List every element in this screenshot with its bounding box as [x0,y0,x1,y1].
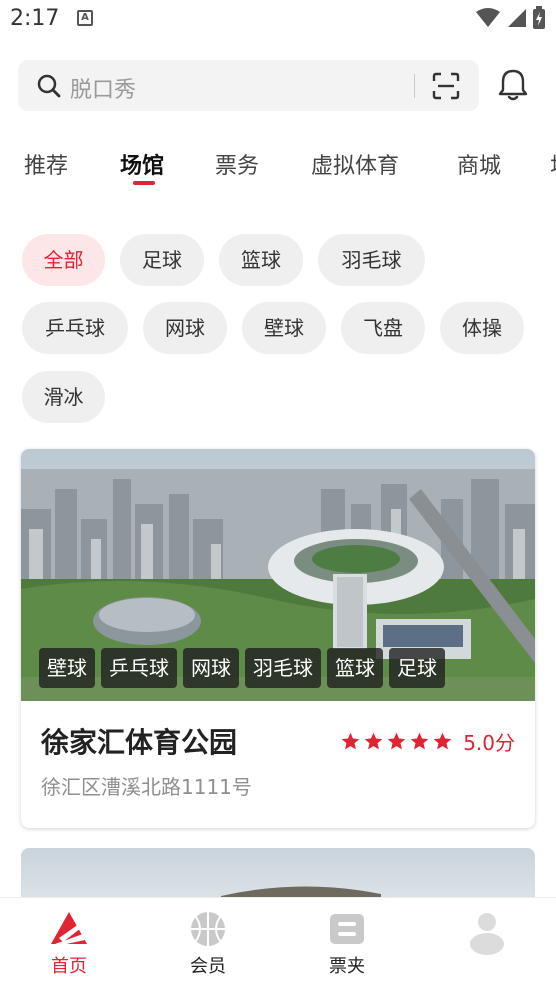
profile-avatar-icon [470,913,504,955]
search-input[interactable]: 脱口秀 [70,72,136,104]
bottom-nav: 首页 会员 票夹 [0,897,556,990]
filter-chip-squash[interactable]: 壁球 [242,302,326,354]
filter-chip-frisbee[interactable]: 飞盘 [341,302,425,354]
venue-card[interactable]: 壁球 乒乓球 网球 羽毛球 篮球 足球 徐家汇体育公园 5.0分 徐汇区漕溪北路… [21,449,535,828]
category-tabs: 推荐 场馆 票务 虚拟体育 商城 场 [0,140,556,190]
bell-icon[interactable] [497,68,529,102]
filter-chip-badminton[interactable]: 羽毛球 [318,234,425,286]
status-bar: 2:17 A [0,0,556,40]
nav-ticket-wallet-label: 票夹 [329,956,365,977]
nav-home-label: 首页 [51,956,87,977]
battery-icon [533,6,545,29]
wifi-icon [476,8,500,27]
tab-recommend[interactable]: 推荐 [24,148,68,180]
tab-more[interactable]: 场 [550,148,556,180]
venue-rating: 5.0分 [340,727,515,756]
nav-membership-label: 会员 [190,956,226,977]
filter-chip-all[interactable]: 全部 [22,234,105,286]
nav-profile[interactable] [442,910,532,960]
star-icon [410,732,429,750]
filter-chip-tennis[interactable]: 网球 [143,302,227,354]
star-icon [364,732,383,750]
filter-chip-gymnastics[interactable]: 体操 [440,302,524,354]
star-icon [433,732,452,750]
signal-icon [508,9,526,27]
venue-photo: 壁球 乒乓球 网球 羽毛球 篮球 足球 [21,449,535,701]
venue-address: 徐汇区漕溪北路1111号 [41,775,252,799]
filter-chip-skating[interactable]: 滑冰 [22,371,105,423]
status-icons [476,6,546,30]
search-divider [414,74,415,98]
star-icon [387,732,406,750]
tab-tickets[interactable]: 票务 [215,148,259,180]
venue-tag: 壁球 [39,648,95,688]
venue-name: 徐家汇体育公园 [41,726,238,759]
venue-tag: 足球 [389,648,445,688]
venue-tag: 篮球 [327,648,383,688]
nav-ticket-wallet[interactable]: 票夹 [302,910,392,978]
rating-score: 5.0分 [463,731,515,755]
search-icon [37,74,61,98]
search-bar[interactable]: 脱口秀 [18,60,479,111]
basketball-icon [191,912,225,946]
venue-sport-tags: 壁球 乒乓球 网球 羽毛球 篮球 足球 [39,648,445,688]
filter-chip-table-tennis[interactable]: 乒乓球 [22,302,128,354]
nav-membership[interactable]: 会员 [163,910,253,978]
tab-venues[interactable]: 场馆 [120,148,164,180]
tab-active-indicator [133,181,155,185]
nav-home[interactable]: 首页 [24,910,114,978]
filter-chip-basketball[interactable]: 篮球 [219,234,303,286]
scan-icon[interactable] [432,72,460,100]
venue-tag: 网球 [183,648,239,688]
filter-chip-football[interactable]: 足球 [120,234,204,286]
tab-virtual-sports[interactable]: 虚拟体育 [311,148,399,180]
venue-tag: 乒乓球 [101,648,177,688]
notification-icon: A [77,10,93,26]
status-time: 2:17 [10,6,60,31]
ticket-icon [330,914,364,944]
venue-tag: 羽毛球 [245,648,321,688]
home-logo-icon [51,912,87,946]
star-icon [341,732,360,750]
tab-mall[interactable]: 商城 [457,148,501,180]
